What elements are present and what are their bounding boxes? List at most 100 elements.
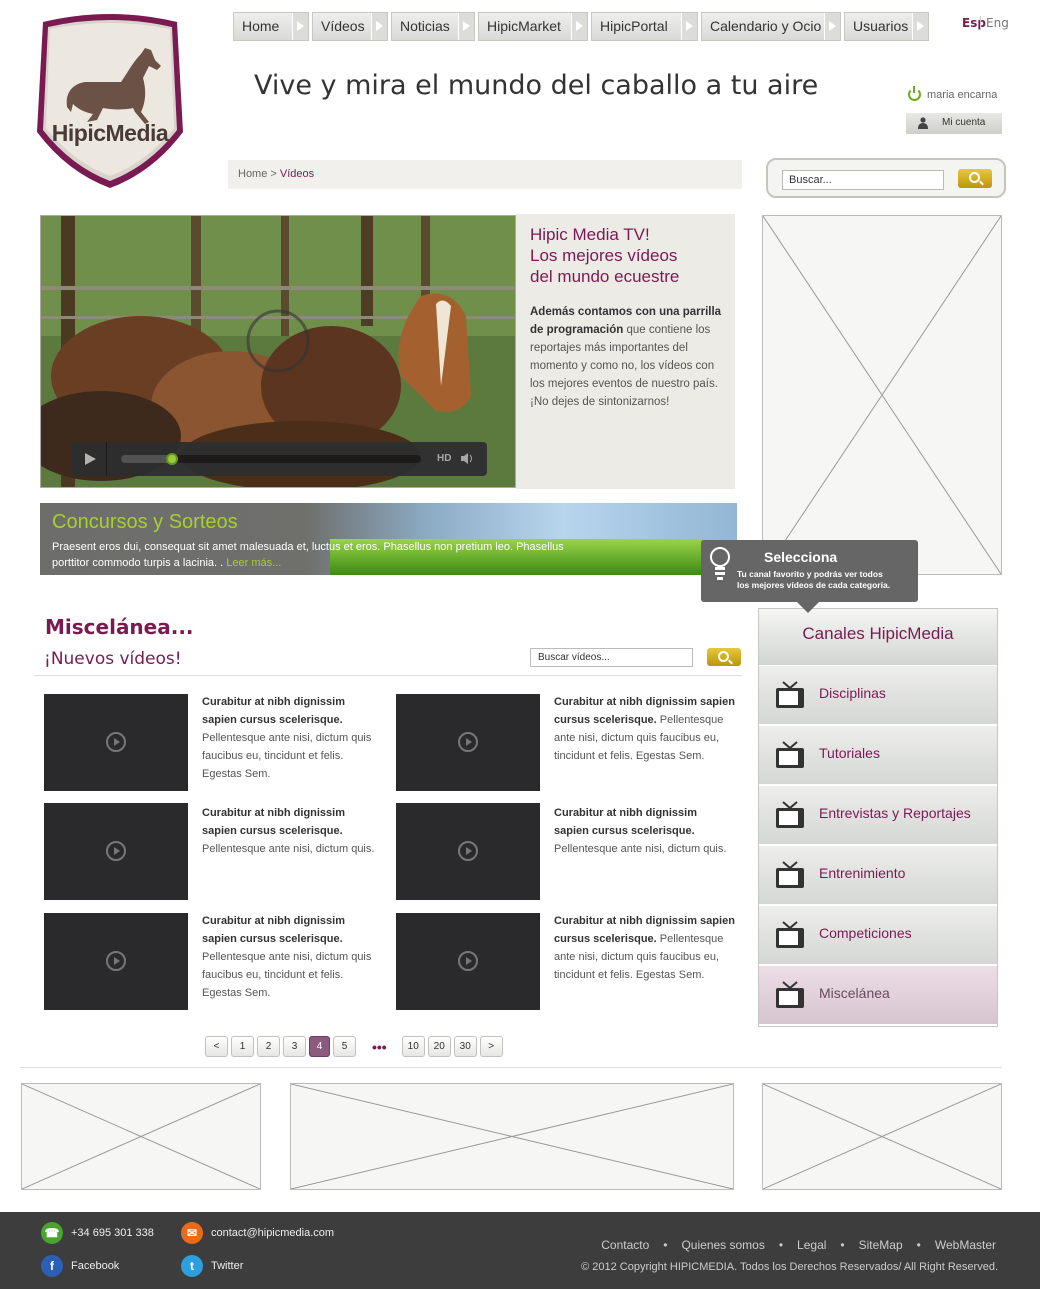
video-title[interactable]: Curabitur at nibh dignissim sapien cursu… <box>554 807 697 837</box>
footer-email[interactable]: ✉ contact@hipicmedia.com <box>181 1222 334 1244</box>
page-button[interactable]: 10 <box>401 1036 425 1057</box>
tooltip-text: Tu canal favorito y podrás ver todos los … <box>737 569 890 591</box>
play-circle-icon <box>458 732 478 752</box>
footer-phone[interactable]: ☎ +34 695 301 338 <box>41 1222 154 1244</box>
concursos-banner[interactable]: Concursos y Sorteos Praesent eros dui, c… <box>40 503 737 575</box>
nav-arrow-icon <box>292 13 308 40</box>
video-search-input[interactable]: Buscar vídeos... <box>530 648 693 667</box>
tooltip-line1: Tu canal favorito y podrás ver todos <box>737 569 883 579</box>
search-input[interactable]: Buscar... <box>782 170 944 190</box>
video-title[interactable]: Curabitur at nibh dignissim sapien cursu… <box>202 807 345 837</box>
user-status[interactable]: maria encarna <box>908 86 997 101</box>
page-next-button[interactable]: > <box>479 1036 503 1057</box>
breadcrumb-current: Vídeos <box>279 168 315 180</box>
video-thumbnail[interactable] <box>44 803 188 900</box>
play-circle-icon <box>458 951 478 971</box>
page-button[interactable]: 2 <box>257 1036 280 1057</box>
page-button-current[interactable]: 4 <box>309 1036 330 1057</box>
site-search: Buscar... <box>766 158 1006 198</box>
search-button[interactable] <box>958 169 992 188</box>
video-thumbnail[interactable] <box>396 913 540 1010</box>
nav-item-videos[interactable]: Vídeos <box>312 12 388 41</box>
volume-icon[interactable] <box>461 453 473 464</box>
page-button[interactable]: 20 <box>427 1036 451 1057</box>
channel-item-tutoriales[interactable]: Tutoriales <box>759 725 997 784</box>
footer-link-sitemap[interactable]: SiteMap <box>859 1238 903 1252</box>
main-nav: Home Vídeos Noticias HipicMarket HipicPo… <box>233 12 929 41</box>
page-button[interactable]: 30 <box>453 1036 477 1057</box>
nav-item-usuarios[interactable]: Usuarios <box>844 12 929 41</box>
tv-title-line3: del mundo ecuestre <box>530 267 680 286</box>
nav-item-calendario[interactable]: Calendario y Ocio <box>701 12 841 41</box>
hd-toggle[interactable]: HD <box>437 453 451 464</box>
video-thumbnail[interactable] <box>44 694 188 791</box>
play-button[interactable] <box>71 442 107 476</box>
breadcrumb-separator: > <box>270 168 277 180</box>
logo-shield-icon <box>37 14 183 188</box>
page-button[interactable]: 5 <box>333 1036 356 1057</box>
video-description: Curabitur at nibh dignissim sapien cursu… <box>202 804 382 858</box>
video-thumbnail[interactable] <box>396 694 540 791</box>
ad-placeholder-bottom-right <box>762 1083 1002 1190</box>
footer-link-legal[interactable]: Legal <box>797 1238 826 1252</box>
page-prev-button[interactable]: < <box>205 1036 228 1057</box>
page-button[interactable]: 1 <box>231 1036 254 1057</box>
channel-label: Entrevistas y Reportajes <box>819 805 971 821</box>
search-icon <box>969 172 980 183</box>
video-player[interactable]: HD <box>40 215 516 488</box>
footer-link-contacto[interactable]: Contacto <box>601 1238 649 1252</box>
logo-text: HipicMedia <box>51 120 169 146</box>
seek-bar[interactable] <box>121 453 421 465</box>
channel-item-entrenimiento[interactable]: Entrenimiento <box>759 845 997 904</box>
concursos-read-more[interactable]: Leer más... <box>226 557 281 569</box>
channel-tooltip: Selecciona Tu canal favorito y podrás ve… <box>701 540 918 613</box>
channel-label: Entrenimiento <box>819 865 906 881</box>
video-title[interactable]: Curabitur at nibh dignissim sapien cursu… <box>202 696 345 726</box>
video-title[interactable]: Curabitur at nibh dignissim sapien cursu… <box>202 915 345 945</box>
footer-facebook[interactable]: f Facebook <box>41 1255 119 1277</box>
channel-item-competiciones[interactable]: Competiciones <box>759 905 997 964</box>
nav-item-home[interactable]: Home <box>233 12 309 41</box>
seek-handle[interactable] <box>166 453 178 465</box>
footer-facebook-text: Facebook <box>71 1260 120 1272</box>
lightbulb-icon <box>710 547 730 580</box>
nav-arrow-icon <box>571 13 587 40</box>
nav-arrow-icon <box>912 13 928 40</box>
divider <box>20 1067 1002 1068</box>
hipicmedia-logo[interactable]: HipicMedia <box>33 12 187 190</box>
nav-label: Usuarios <box>853 18 909 34</box>
placeholder-cross-icon <box>762 215 1002 575</box>
tv-icon <box>776 861 804 888</box>
footer-link-quienes-somos[interactable]: Quienes somos <box>681 1238 764 1252</box>
video-search-button[interactable] <box>707 648 741 666</box>
concursos-body: Praesent eros dui, consequat sit amet ma… <box>52 541 564 569</box>
tooltip-line2: los mejores vídeos de cada categoría. <box>737 580 891 590</box>
video-text: Pellentesque ante nisi, dictum quis fauc… <box>202 951 372 999</box>
page-ellipsis: ••• <box>372 1038 387 1055</box>
placeholder-cross-icon <box>21 1083 261 1190</box>
video-thumbnail[interactable] <box>396 803 540 900</box>
video-thumbnail[interactable] <box>44 913 188 1010</box>
nav-arrow-icon <box>824 13 840 40</box>
channel-label: Miscelánea <box>819 985 890 1001</box>
footer-twitter[interactable]: t Twitter <box>181 1255 243 1277</box>
channel-item-entrevistas[interactable]: Entrevistas y Reportajes <box>759 785 997 844</box>
channel-item-miscelanea[interactable]: Miscelánea <box>759 965 997 1024</box>
nav-item-hipicportal[interactable]: HipicPortal <box>591 12 698 41</box>
footer-copyright: © 2012 Copyright HIPICMEDIA. Todos los D… <box>581 1261 998 1273</box>
channels-panel: Canales HipicMedia Disciplinas Tutoriale… <box>758 608 998 1027</box>
lang-eng[interactable]: Eng <box>980 16 1009 30</box>
play-circle-icon <box>458 841 478 861</box>
channel-item-disciplinas[interactable]: Disciplinas <box>759 665 997 724</box>
nav-item-noticias[interactable]: Noticias <box>391 12 475 41</box>
footer-twitter-text: Twitter <box>211 1260 244 1272</box>
footer-link-webmaster[interactable]: WebMaster <box>935 1238 996 1252</box>
page-tagline: Vive y mira el mundo del caballo a tu ai… <box>254 70 819 101</box>
page-button[interactable]: 3 <box>283 1036 306 1057</box>
user-icon <box>918 117 928 129</box>
breadcrumb-home[interactable]: Home <box>238 168 267 180</box>
tv-title: Hipic Media TV! Los mejores vídeos del m… <box>530 224 723 287</box>
nav-item-hipicmarket[interactable]: HipicMarket <box>478 12 588 41</box>
hipic-tv-promo: Hipic Media TV! Los mejores vídeos del m… <box>516 214 735 489</box>
my-account-button[interactable]: Mi cuenta <box>906 113 1002 134</box>
